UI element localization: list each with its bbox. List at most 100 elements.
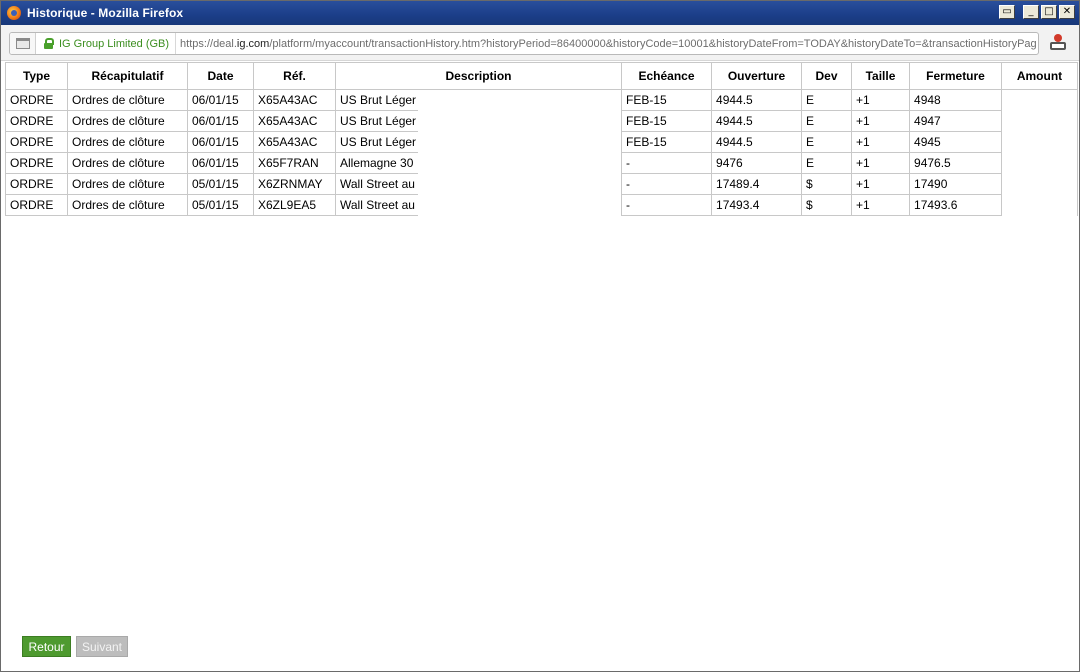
cell-date: 06/01/15 bbox=[187, 131, 254, 153]
page-content: Type Récapitulatif Date Réf. Description… bbox=[5, 62, 1079, 668]
cell-opening: 4944.5 bbox=[711, 89, 803, 111]
window-controls: ▭ _ □ ✕ bbox=[999, 5, 1075, 19]
cell-currency: $ bbox=[801, 194, 853, 216]
cell-date: 05/01/15 bbox=[187, 194, 254, 216]
cell-currency: E bbox=[801, 89, 853, 111]
user-icon[interactable] bbox=[1049, 34, 1067, 52]
window-title: Historique - Mozilla Firefox bbox=[27, 6, 184, 20]
cell-expiry: FEB-15 bbox=[621, 131, 713, 153]
cell-size: +1 bbox=[851, 89, 911, 111]
col-header-size: Taille bbox=[851, 62, 911, 90]
cell-summary: Ordres de clôture bbox=[67, 110, 188, 132]
cell-ref: X65A43AC bbox=[253, 110, 336, 132]
cell-size: +1 bbox=[851, 194, 911, 216]
site-identity[interactable]: IG Group Limited (GB) bbox=[36, 33, 177, 54]
cell-size: +1 bbox=[851, 131, 911, 153]
firefox-icon bbox=[7, 6, 21, 20]
cell-ref: X65A43AC bbox=[253, 131, 336, 153]
col-header-currency: Dev bbox=[801, 62, 853, 90]
lock-icon bbox=[44, 38, 54, 49]
col-header-date: Date bbox=[187, 62, 254, 90]
cell-type: ORDRE bbox=[5, 110, 68, 132]
cell-type: ORDRE bbox=[5, 152, 68, 174]
restore-icon[interactable]: ▭ bbox=[999, 5, 1015, 19]
table-row: ORDRE Ordres de clôture 06/01/15 X65A43A… bbox=[5, 110, 1079, 132]
page-info-button[interactable] bbox=[10, 33, 36, 54]
col-header-expiry: Echéance bbox=[621, 62, 713, 90]
cell-description: Allemagne 30 bbox=[335, 152, 418, 174]
cell-summary: Ordres de clôture bbox=[67, 194, 188, 216]
cell-description-blank bbox=[417, 131, 623, 153]
cell-closing: 4948 bbox=[909, 89, 1003, 111]
cell-description-blank bbox=[417, 173, 623, 195]
title-bar: Historique - Mozilla Firefox ▭ _ □ ✕ bbox=[1, 1, 1079, 25]
identity-label: IG Group Limited (GB) bbox=[59, 37, 170, 50]
col-header-ref: Réf. bbox=[253, 62, 336, 90]
transaction-history-table: Type Récapitulatif Date Réf. Description… bbox=[5, 62, 1079, 216]
cell-size: +1 bbox=[851, 173, 911, 195]
cell-type: ORDRE bbox=[5, 131, 68, 153]
cell-amount bbox=[1001, 152, 1079, 174]
cell-date: 05/01/15 bbox=[187, 173, 254, 195]
cell-ref: X6ZL9EA5 bbox=[253, 194, 336, 216]
cell-summary: Ordres de clôture bbox=[67, 131, 188, 153]
cell-expiry: - bbox=[621, 152, 713, 174]
col-header-amount: Amount bbox=[1001, 62, 1079, 90]
cell-amount bbox=[1001, 131, 1079, 153]
col-header-summary: Récapitulatif bbox=[67, 62, 188, 90]
browser-window: Historique - Mozilla Firefox ▭ _ □ ✕ IG … bbox=[0, 0, 1080, 672]
cell-currency: $ bbox=[801, 173, 853, 195]
cell-amount bbox=[1001, 89, 1079, 111]
cell-size: +1 bbox=[851, 110, 911, 132]
maximize-button[interactable]: □ bbox=[1041, 5, 1057, 19]
cell-currency: E bbox=[801, 110, 853, 132]
cell-date: 06/01/15 bbox=[187, 152, 254, 174]
cell-date: 06/01/15 bbox=[187, 89, 254, 111]
cell-closing: 17490 bbox=[909, 173, 1003, 195]
cell-description-blank bbox=[417, 89, 623, 111]
page-icon bbox=[15, 38, 30, 49]
cell-type: ORDRE bbox=[5, 173, 68, 195]
cell-description: US Brut Léger bbox=[335, 89, 418, 111]
cell-opening: 9476 bbox=[711, 152, 803, 174]
url-text[interactable]: https://deal.ig.com/platform/myaccount/t… bbox=[176, 38, 1037, 50]
table-row: ORDRE Ordres de clôture 06/01/15 X65F7RA… bbox=[5, 152, 1079, 174]
minimize-button[interactable]: _ bbox=[1023, 5, 1039, 19]
cell-currency: E bbox=[801, 131, 853, 153]
table-row: ORDRE Ordres de clôture 06/01/15 X65A43A… bbox=[5, 89, 1079, 111]
url-bar[interactable]: IG Group Limited (GB) https://deal.ig.co… bbox=[9, 32, 1039, 55]
cell-type: ORDRE bbox=[5, 89, 68, 111]
cell-opening: 4944.5 bbox=[711, 131, 803, 153]
col-header-closing: Fermeture bbox=[909, 62, 1003, 90]
table-row: ORDRE Ordres de clôture 05/01/15 X6ZL9EA… bbox=[5, 194, 1079, 216]
cell-opening: 4944.5 bbox=[711, 110, 803, 132]
cell-ref: X6ZRNMAY bbox=[253, 173, 336, 195]
cell-description-blank bbox=[417, 194, 623, 216]
url-prefix: https://deal. bbox=[180, 37, 237, 50]
cell-date: 06/01/15 bbox=[187, 110, 254, 132]
cell-closing: 9476.5 bbox=[909, 152, 1003, 174]
cell-summary: Ordres de clôture bbox=[67, 173, 188, 195]
table-row: ORDRE Ordres de clôture 06/01/15 X65A43A… bbox=[5, 131, 1079, 153]
cell-ref: X65F7RAN bbox=[253, 152, 336, 174]
cell-amount bbox=[1001, 110, 1079, 132]
col-header-type: Type bbox=[5, 62, 68, 90]
cell-closing: 4947 bbox=[909, 110, 1003, 132]
url-path: /platform/myaccount/transactionHistory.h… bbox=[269, 37, 1037, 50]
cell-type: ORDRE bbox=[5, 194, 68, 216]
cell-expiry: - bbox=[621, 194, 713, 216]
col-header-description: Description bbox=[334, 62, 623, 90]
cell-size: +1 bbox=[851, 152, 911, 174]
cell-currency: E bbox=[801, 152, 853, 174]
table-header-row: Type Récapitulatif Date Réf. Description… bbox=[5, 62, 1079, 90]
cell-amount bbox=[1001, 194, 1079, 216]
address-bar-area: IG Group Limited (GB) https://deal.ig.co… bbox=[1, 25, 1079, 61]
close-button[interactable]: ✕ bbox=[1059, 5, 1075, 19]
cell-opening: 17489.4 bbox=[711, 173, 803, 195]
next-button[interactable]: Suivant bbox=[76, 636, 128, 657]
cell-description: Wall Street au bbox=[335, 173, 418, 195]
cell-summary: Ordres de clôture bbox=[67, 89, 188, 111]
cell-expiry: FEB-15 bbox=[621, 89, 713, 111]
back-button[interactable]: Retour bbox=[22, 636, 71, 657]
cell-summary: Ordres de clôture bbox=[67, 152, 188, 174]
